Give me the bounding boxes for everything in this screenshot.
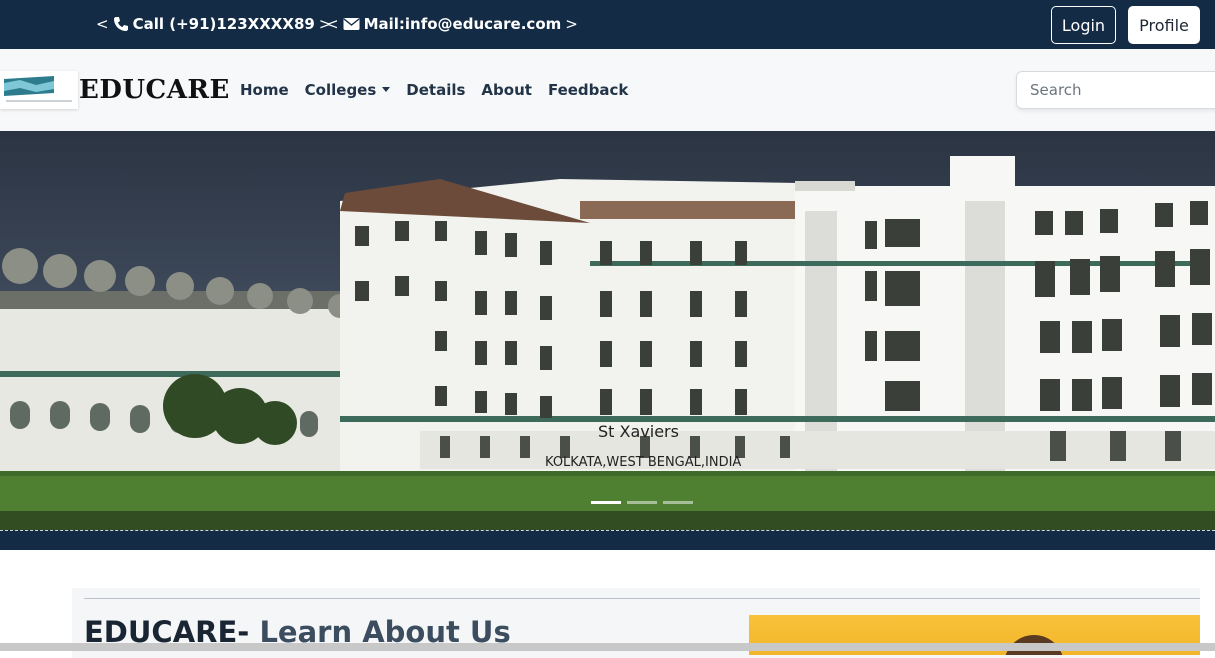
phone-icon bbox=[113, 17, 128, 31]
nav-feedback[interactable]: Feedback bbox=[548, 81, 628, 99]
carousel-indicator[interactable] bbox=[627, 501, 657, 504]
envelope-icon bbox=[343, 18, 360, 30]
horizontal-scrollbar[interactable] bbox=[0, 643, 1215, 651]
login-button[interactable]: Login bbox=[1051, 6, 1116, 44]
top-contact-bar: < Call (+91)123XXXX89 > < Mail:info@educ… bbox=[0, 0, 1215, 49]
carousel-caption-subtitle: KOLKATA,WEST BENGAL,INDIA bbox=[545, 455, 742, 470]
profile-button[interactable]: Profile bbox=[1128, 6, 1200, 44]
phone-contact[interactable]: < Call (+91)123XXXX89 > bbox=[92, 15, 335, 33]
mail-contact[interactable]: < Mail:info@educare.com > bbox=[322, 15, 582, 33]
caret-down-icon bbox=[382, 87, 391, 92]
main-navbar: EDUCARE Home Colleges Details About Feed… bbox=[0, 49, 1215, 131]
mail-text: Mail:info@educare.com bbox=[363, 15, 562, 33]
carousel-caption-title: St Xaviers bbox=[598, 422, 679, 441]
campus-photo bbox=[0, 156, 1215, 532]
nav-links: Home Colleges Details About Feedback bbox=[240, 81, 628, 99]
carousel-indicators bbox=[591, 501, 693, 504]
nav-details[interactable]: Details bbox=[406, 81, 465, 99]
nav-home[interactable]: Home bbox=[240, 81, 289, 99]
hero-bottom-band bbox=[0, 530, 1215, 550]
carousel-indicator[interactable] bbox=[663, 501, 693, 504]
nav-colleges-dropdown[interactable]: Colleges bbox=[305, 81, 391, 99]
site-logo[interactable] bbox=[0, 71, 78, 109]
nav-colleges-label: Colleges bbox=[304, 81, 377, 99]
bracket-close: > bbox=[565, 15, 578, 33]
bracket-open: < bbox=[326, 15, 339, 33]
phone-text: Call (+91)123XXXX89 bbox=[132, 15, 315, 33]
bracket-open: < bbox=[96, 15, 109, 33]
hero-carousel[interactable]: St Xaviers KOLKATA,WEST BENGAL,INDIA bbox=[0, 131, 1215, 532]
carousel-indicator[interactable] bbox=[591, 501, 621, 504]
nav-about[interactable]: About bbox=[481, 81, 532, 99]
search-input[interactable] bbox=[1016, 71, 1215, 109]
section-divider bbox=[84, 598, 1200, 599]
brand-name[interactable]: EDUCARE bbox=[79, 75, 230, 105]
